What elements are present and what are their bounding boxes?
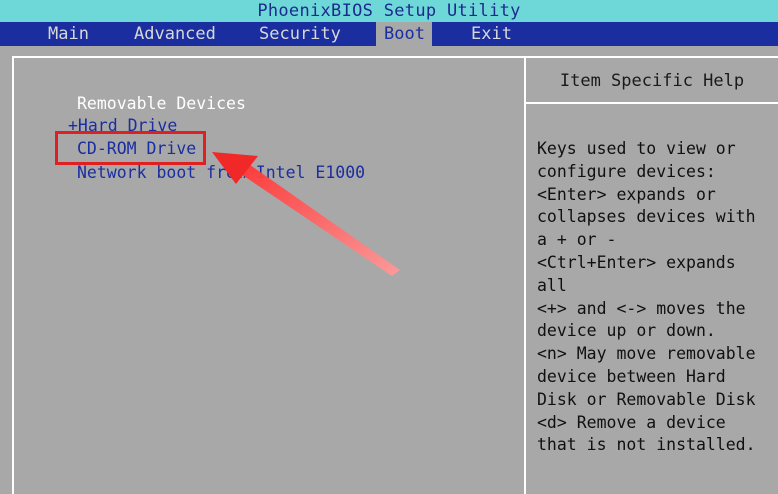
annotation-arrow-icon xyxy=(212,152,400,276)
arrow-shaft xyxy=(232,158,400,276)
